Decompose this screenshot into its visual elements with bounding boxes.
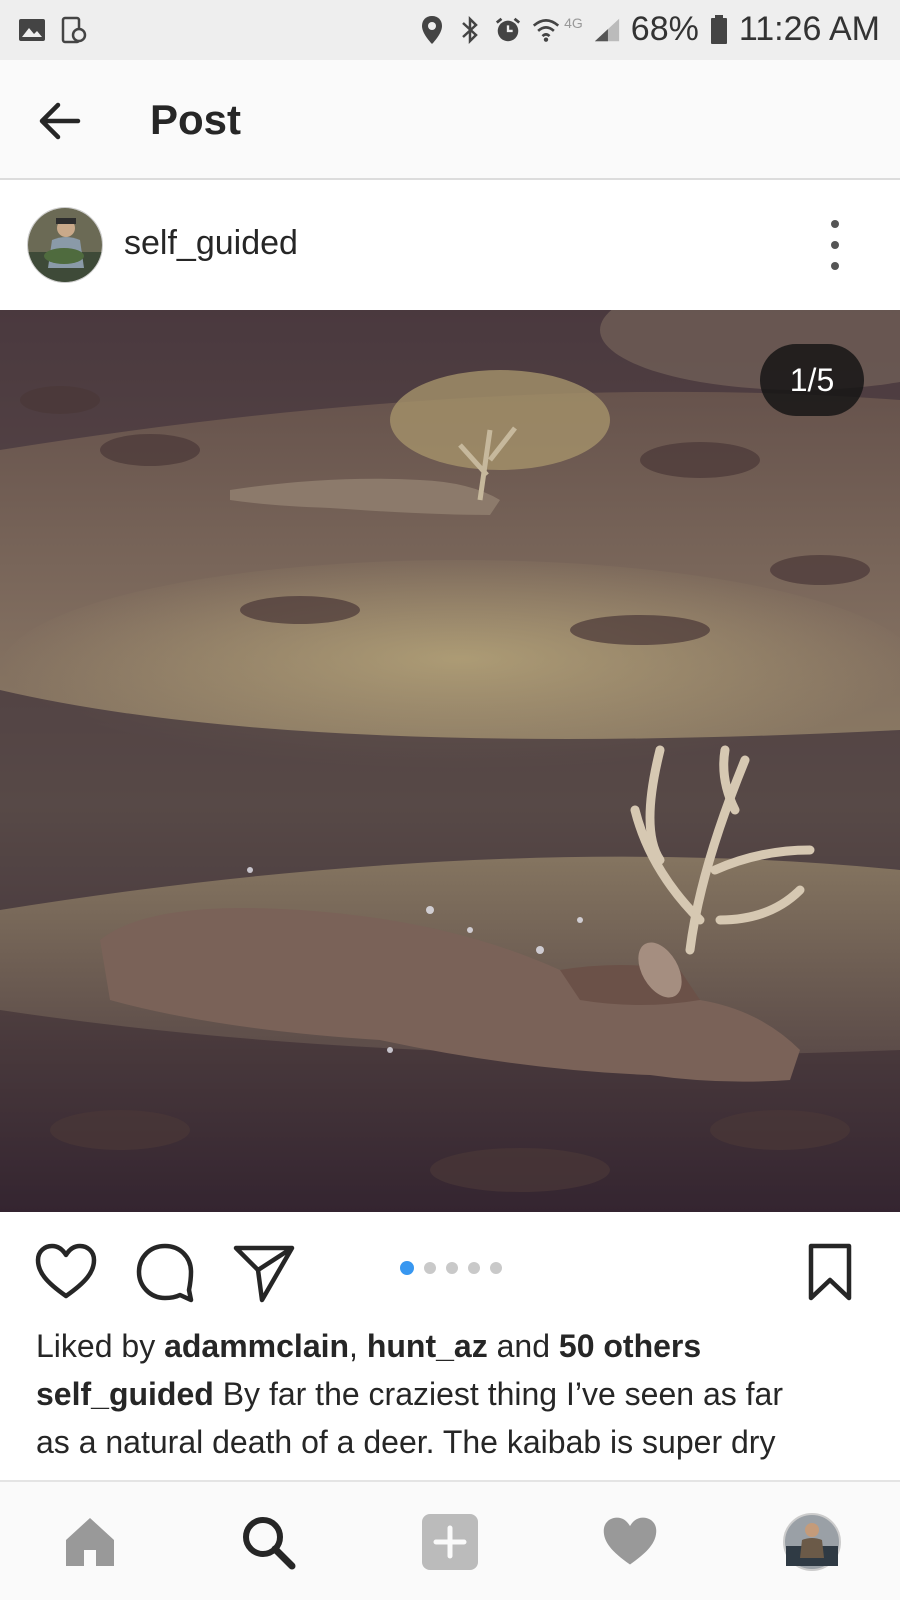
nav-activity[interactable] — [600, 1512, 660, 1572]
clock-time: 11:26 AM — [738, 10, 880, 48]
share-button[interactable] — [232, 1240, 296, 1304]
gallery-icon — [18, 16, 46, 44]
header-bar: Post — [0, 60, 900, 180]
carousel-dot-active — [400, 1261, 414, 1275]
carousel-dot — [424, 1262, 436, 1274]
more-dot-icon — [831, 220, 839, 228]
image-counter-badge: 1/5 — [760, 344, 864, 416]
caption-text: self_guided By far the craziest thing I’… — [36, 1370, 876, 1418]
post-caption-area: Liked by adammclain, hunt_az and 50 othe… — [36, 1322, 876, 1466]
post-image[interactable] — [0, 310, 900, 1212]
carousel-indicator — [400, 1261, 502, 1275]
back-button[interactable] — [34, 96, 84, 146]
network-type-label: 4G — [564, 14, 583, 31]
more-options-button[interactable] — [826, 220, 844, 270]
more-dot-icon — [831, 262, 839, 270]
battery-percent: 68% — [630, 10, 699, 48]
share-icon — [233, 1245, 295, 1303]
alarm-icon — [494, 16, 522, 44]
post-actions-bar — [0, 1212, 900, 1312]
likes-conjunction: and — [496, 1328, 550, 1364]
bluetooth-icon — [456, 15, 484, 44]
caption-line: as a natural death of a deer. The kaibab… — [36, 1424, 776, 1460]
nav-profile[interactable] — [782, 1512, 842, 1572]
liker-username[interactable]: hunt_az — [367, 1328, 488, 1364]
comment-button[interactable] — [133, 1240, 197, 1304]
wifi-icon — [532, 16, 560, 44]
caption-author[interactable]: self_guided — [36, 1376, 214, 1412]
comment-icon — [136, 1243, 194, 1303]
nav-search[interactable] — [238, 1512, 298, 1572]
battery-icon — [709, 14, 729, 44]
status-bar: 4G 68% 11:26 AM — [0, 0, 900, 60]
page-title: Post — [150, 96, 242, 143]
liked-by-prefix: Liked by — [36, 1328, 156, 1364]
like-button[interactable] — [34, 1240, 98, 1304]
bottom-navigation — [0, 1480, 900, 1600]
caption-line: By far the craziest thing I’ve seen as f… — [222, 1376, 783, 1412]
carousel-dot — [490, 1262, 502, 1274]
post-author-row: self_guided — [0, 180, 900, 310]
status-left-icons — [18, 16, 88, 44]
save-button[interactable] — [805, 1240, 869, 1304]
screen-rotate-icon — [60, 16, 88, 44]
search-icon — [243, 1517, 296, 1570]
carousel-dot — [468, 1262, 480, 1274]
post-username[interactable]: self_guided — [124, 224, 298, 263]
likes-others-link[interactable]: 50 others — [559, 1328, 701, 1364]
profile-avatar — [783, 1513, 841, 1571]
status-right: 4G 68% 11:26 AM — [418, 10, 880, 49]
more-dot-icon — [831, 241, 839, 249]
arrow-left-icon — [39, 102, 81, 140]
location-icon — [418, 15, 446, 44]
home-icon — [66, 1518, 114, 1566]
nav-home[interactable] — [60, 1512, 120, 1572]
activity-heart-icon — [603, 1517, 657, 1565]
signal-icon — [593, 16, 621, 44]
carousel-dot — [446, 1262, 458, 1274]
heart-icon — [35, 1243, 97, 1299]
nav-add-post[interactable] — [420, 1512, 480, 1572]
avatar[interactable] — [27, 207, 103, 283]
liker-username[interactable]: adammclain — [164, 1328, 349, 1364]
liker-separator: , — [349, 1328, 358, 1364]
bookmark-icon — [808, 1243, 852, 1301]
likes-line: Liked by adammclain, hunt_az and 50 othe… — [36, 1322, 876, 1370]
add-post-icon — [422, 1514, 478, 1570]
